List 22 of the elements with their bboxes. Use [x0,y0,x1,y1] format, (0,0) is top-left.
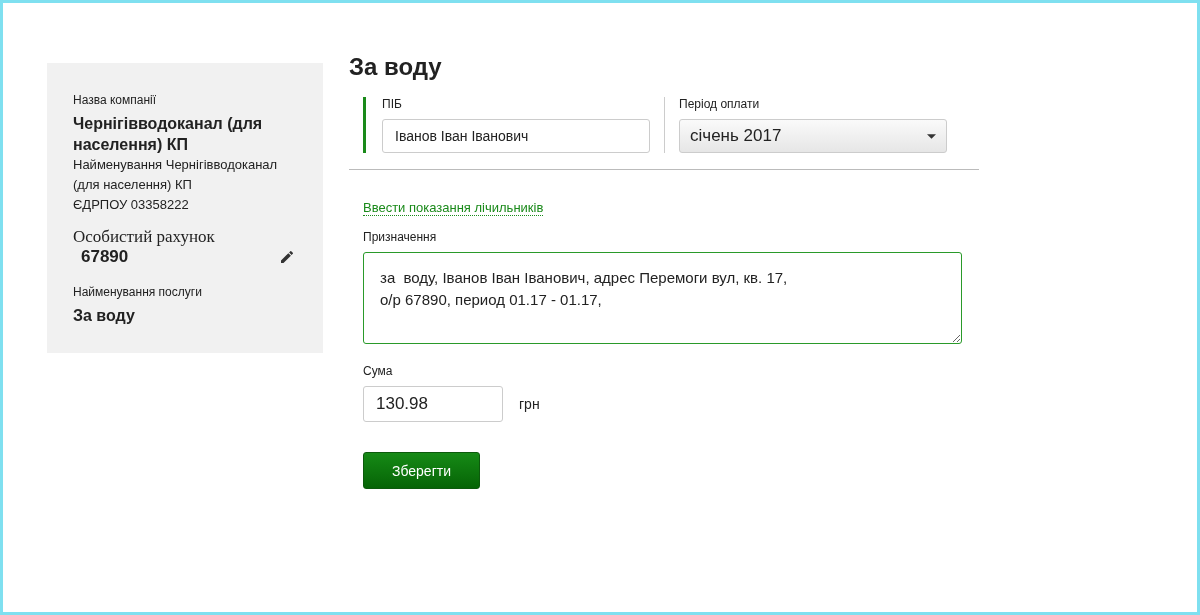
company-edrpou: ЄДРПОУ 03358222 [73,196,190,214]
purpose-label: Призначення [363,230,438,244]
account-label: Особистий рахунок [73,227,216,247]
fio-input[interactable]: Іванов Іван Іванович [382,119,650,153]
meter-readings-link[interactable]: Ввести показання лічильників [363,200,544,216]
account-number: 67890 [80,247,129,267]
page-title: За воду [349,53,443,81]
fio-label: ПІБ [382,97,403,111]
period-label: Період оплати [679,97,761,111]
save-button[interactable]: Зберегти [363,452,480,489]
amount-input[interactable]: 130.98 [363,386,503,422]
purpose-textarea[interactable]: за воду, Іванов Іван Іванович, адрес Перемоги вул, кв. 17, о/р 67890, период 01.17 - 01.17, [363,252,962,344]
caret-icon [927,133,936,139]
company-label: Назва компанії [73,93,158,107]
service-name: За воду [73,306,136,326]
amount-label: Сума [363,364,394,378]
currency-label: грн [519,396,540,412]
company-name: Чернігівводоканал (для населення) КП [73,114,264,155]
service-label: Найменування послуги [73,285,203,299]
company-full-name: Найменування Чернігівводоканал (для населення) КП [73,156,279,194]
period-dropdown[interactable]: січень 2017 [679,119,947,153]
edit-icon[interactable] [279,249,295,265]
